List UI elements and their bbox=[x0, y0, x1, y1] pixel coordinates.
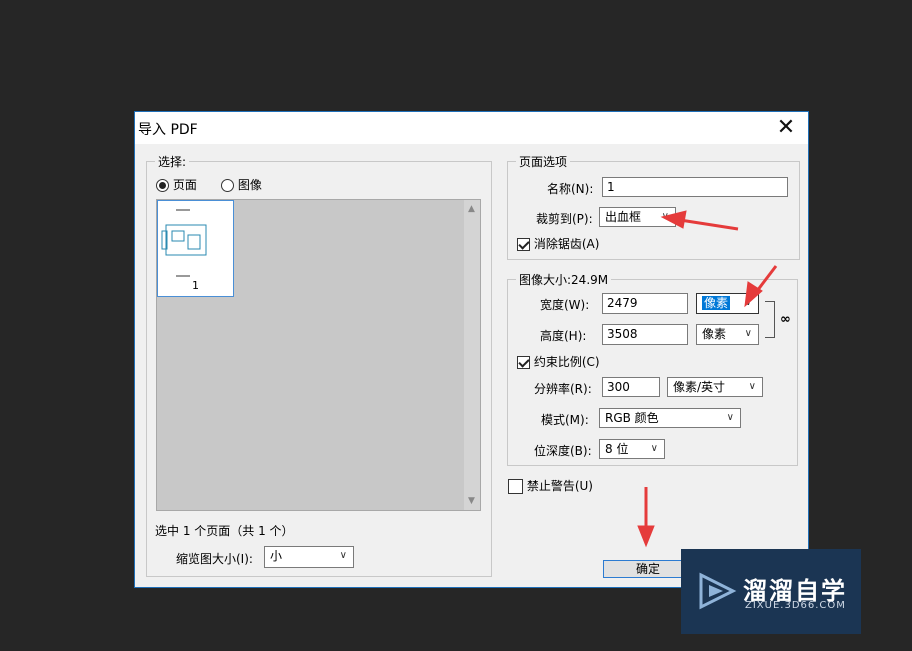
arrow-head-ok bbox=[637, 525, 655, 548]
brand-url: ZIXUE.3D66.COM bbox=[745, 600, 846, 611]
arrow-head-crop bbox=[660, 210, 687, 229]
play-logo-icon bbox=[699, 572, 737, 610]
arrow-to-crop-select bbox=[679, 218, 739, 231]
watermark-logo: 溜溜自学 ZIXUE.3D66.COM bbox=[681, 549, 861, 634]
